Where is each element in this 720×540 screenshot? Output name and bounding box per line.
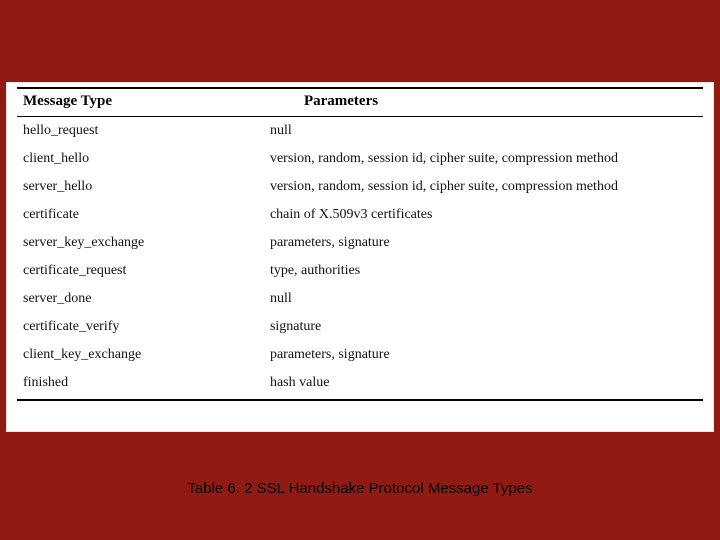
table-row: server_done null (17, 285, 703, 313)
table-row: hello_request null (17, 117, 703, 146)
cell-parameters: parameters, signature (264, 341, 703, 369)
cell-parameters: hash value (264, 369, 703, 400)
table-panel: Message Type Parameters hello_request nu… (6, 82, 714, 432)
table-header-row: Message Type Parameters (17, 88, 703, 117)
cell-parameters: null (264, 285, 703, 313)
cell-parameters: signature (264, 313, 703, 341)
cell-message-type: certificate_request (17, 257, 264, 285)
cell-message-type: server_hello (17, 173, 264, 201)
ssl-handshake-table: Message Type Parameters hello_request nu… (17, 87, 703, 401)
cell-message-type: certificate (17, 201, 264, 229)
cell-message-type: client_key_exchange (17, 341, 264, 369)
col-header-message-type: Message Type (17, 88, 264, 117)
cell-message-type: certificate_verify (17, 313, 264, 341)
table-row: server_key_exchange parameters, signatur… (17, 229, 703, 257)
cell-message-type: server_done (17, 285, 264, 313)
col-header-parameters: Parameters (264, 88, 703, 117)
table-row: server_hello version, random, session id… (17, 173, 703, 201)
cell-parameters: null (264, 117, 703, 146)
table-row: certificate_request type, authorities (17, 257, 703, 285)
cell-parameters: version, random, session id, cipher suit… (264, 145, 703, 173)
cell-message-type: client_hello (17, 145, 264, 173)
cell-parameters: version, random, session id, cipher suit… (264, 173, 703, 201)
cell-parameters: type, authorities (264, 257, 703, 285)
table-caption: Table 6. 2 SSL Handshake Protocol Messag… (0, 480, 720, 497)
table-row: finished hash value (17, 369, 703, 400)
cell-message-type: finished (17, 369, 264, 400)
cell-parameters: chain of X.509v3 certificates (264, 201, 703, 229)
table-row: certificate chain of X.509v3 certificate… (17, 201, 703, 229)
table-row: certificate_verify signature (17, 313, 703, 341)
table-row: client_key_exchange parameters, signatur… (17, 341, 703, 369)
table-row: client_hello version, random, session id… (17, 145, 703, 173)
cell-parameters: parameters, signature (264, 229, 703, 257)
cell-message-type: hello_request (17, 117, 264, 146)
cell-message-type: server_key_exchange (17, 229, 264, 257)
